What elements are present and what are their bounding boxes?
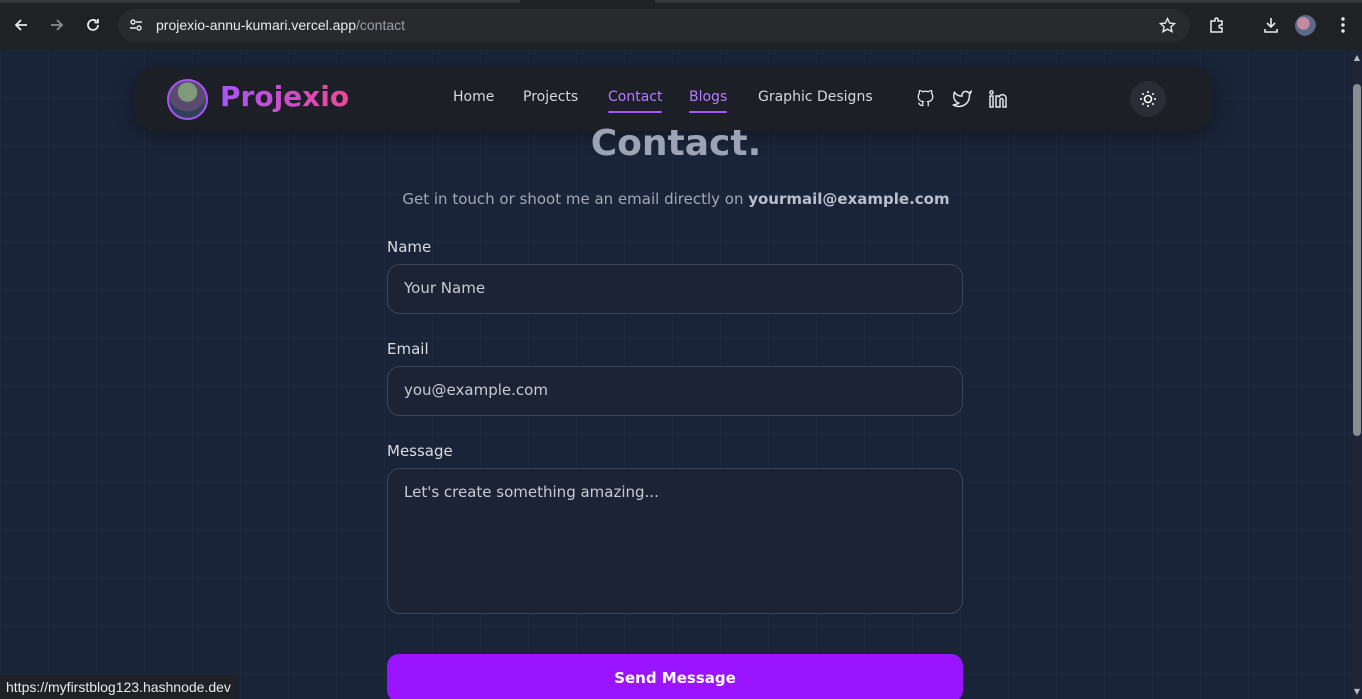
sun-icon xyxy=(1140,91,1156,107)
message-label: Message xyxy=(387,442,453,460)
message-placeholder: Let's create something amazing... xyxy=(404,483,659,501)
url-host: projexio-annu-kumari.vercel.app xyxy=(156,17,356,33)
nav-link-projects[interactable]: Projects xyxy=(523,89,578,105)
browser-menu-button[interactable] xyxy=(1332,14,1354,36)
subtitle-text: Get in touch or shoot me an email direct… xyxy=(402,190,749,208)
reload-icon xyxy=(87,19,99,31)
site-settings-icon[interactable] xyxy=(128,17,144,37)
scroll-up-arrow-icon[interactable]: ▲ xyxy=(1352,52,1362,64)
scrollbar-thumb[interactable] xyxy=(1353,84,1361,436)
back-button[interactable] xyxy=(10,14,32,36)
name-placeholder: Your Name xyxy=(404,279,486,297)
send-message-button[interactable]: Send Message xyxy=(387,654,963,699)
nav-link-contact[interactable]: Contact xyxy=(608,89,663,113)
theme-toggle-button[interactable] xyxy=(1130,81,1166,117)
browser-toolbar: projexio-annu-kumari.vercel.app/contact xyxy=(0,0,1362,50)
page-viewport: Projexio Home Projects Contact Blogs Gra… xyxy=(0,50,1352,699)
kebab-menu-icon xyxy=(1341,17,1345,33)
url-path: /contact xyxy=(356,17,406,33)
reload-button[interactable] xyxy=(82,14,104,36)
download-icon xyxy=(1264,18,1278,33)
name-label: Name xyxy=(387,238,432,256)
forward-button[interactable] xyxy=(46,14,68,36)
nav-link-home[interactable]: Home xyxy=(453,89,494,105)
message-textarea[interactable]: Let's create something amazing... xyxy=(387,468,963,614)
linkedin-icon[interactable] xyxy=(988,89,1008,109)
downloads-button[interactable] xyxy=(1260,14,1282,36)
arrow-right-icon xyxy=(51,19,64,31)
name-input[interactable]: Your Name xyxy=(387,264,963,314)
tab-strip-edge xyxy=(0,0,520,3)
page-title: Contact. xyxy=(590,123,762,164)
tab-strip-edge xyxy=(655,0,1362,3)
email-label: Email xyxy=(387,340,429,358)
address-bar[interactable]: projexio-annu-kumari.vercel.app/contact xyxy=(118,9,1190,42)
email-placeholder: you@example.com xyxy=(404,381,548,399)
extensions-button[interactable] xyxy=(1206,14,1228,36)
brand-logo-text[interactable]: Projexio xyxy=(220,80,349,113)
site-navbar: Projexio Home Projects Contact Blogs Gra… xyxy=(134,67,1214,131)
bookmark-star-icon[interactable] xyxy=(1158,16,1177,38)
arrow-left-icon xyxy=(14,19,27,31)
contact-subtitle: Get in touch or shoot me an email direct… xyxy=(0,190,1352,208)
nav-link-graphic-designs[interactable]: Graphic Designs xyxy=(758,89,873,105)
email-input[interactable]: you@example.com xyxy=(387,366,963,416)
twitter-icon[interactable] xyxy=(952,89,973,109)
scroll-down-arrow-icon[interactable]: ▼ xyxy=(1352,686,1362,698)
contact-email-text: yourmail@example.com xyxy=(748,190,950,208)
profile-avatar[interactable] xyxy=(1295,15,1316,36)
nav-link-blogs[interactable]: Blogs xyxy=(689,89,728,113)
github-icon[interactable] xyxy=(916,89,936,109)
url-text: projexio-annu-kumari.vercel.app/contact xyxy=(156,17,405,33)
puzzle-icon xyxy=(1210,17,1223,33)
link-status-bubble: https://myfirstblog123.hashnode.dev xyxy=(0,675,237,699)
logo-avatar[interactable] xyxy=(167,79,208,120)
